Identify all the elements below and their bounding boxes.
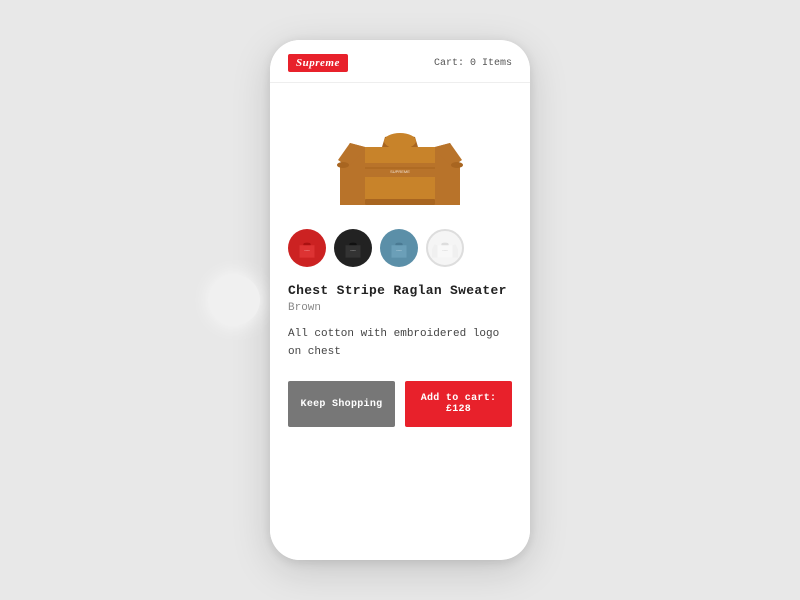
app-header: Supreme Cart: 0 Items [270, 40, 530, 83]
phone-frame: Supreme Cart: 0 Items [270, 40, 530, 560]
product-image-container: SUPREME [288, 95, 512, 229]
swatch-white-inner: SUPREME [428, 231, 462, 265]
product-image: SUPREME [330, 105, 470, 215]
svg-text:SUPREME: SUPREME [390, 169, 410, 174]
swatch-white[interactable]: SUPREME [426, 229, 464, 267]
color-swatches: SUPREME SUPREME [288, 229, 512, 267]
keep-shopping-button[interactable]: Keep Shopping [288, 381, 395, 427]
product-content: SUPREME [270, 83, 530, 560]
swatch-red-inner: SUPREME [290, 231, 324, 265]
add-to-cart-button[interactable]: Add to cart: £128 [405, 381, 512, 427]
cart-count[interactable]: Cart: 0 Items [434, 58, 512, 69]
sweater-svg: SUPREME [330, 105, 470, 215]
swatch-black-inner: SUPREME [336, 231, 370, 265]
swatch-red[interactable]: SUPREME [288, 229, 326, 267]
product-title: Chest Stripe Raglan Sweater [288, 283, 512, 298]
product-description: All cotton with embroidered logo on ches… [288, 326, 512, 361]
swatch-blue-inner: SUPREME [382, 231, 416, 265]
supreme-logo[interactable]: Supreme [288, 54, 348, 72]
swatch-black[interactable]: SUPREME [334, 229, 372, 267]
decorative-shadow [210, 275, 260, 325]
button-row: Keep Shopping Add to cart: £128 [288, 381, 512, 427]
swatch-blue[interactable]: SUPREME [380, 229, 418, 267]
product-color: Brown [288, 302, 512, 314]
phone-wrapper: Supreme Cart: 0 Items [270, 40, 530, 560]
